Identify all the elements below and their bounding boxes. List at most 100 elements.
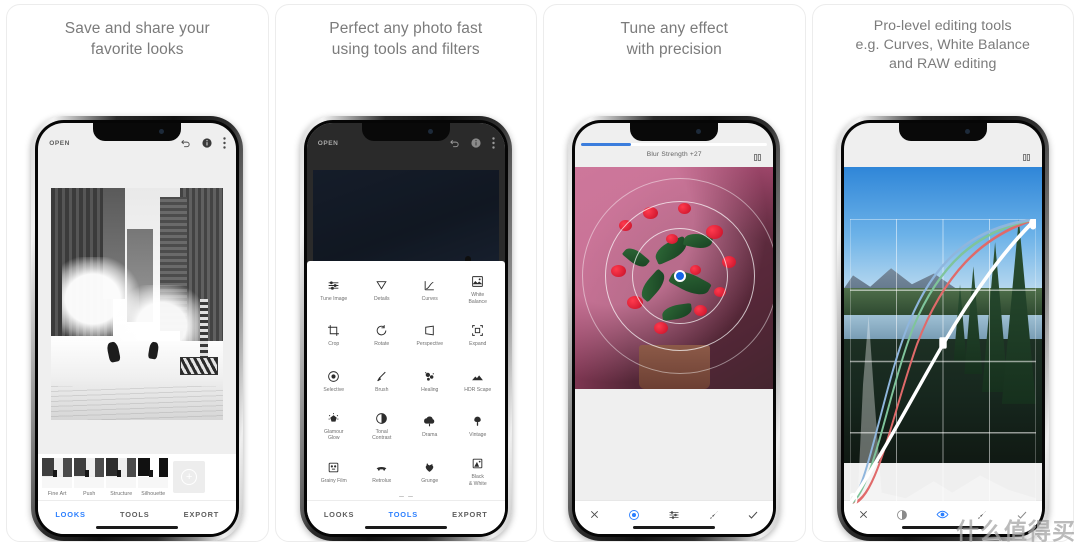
healing-icon	[423, 369, 436, 384]
tool-grainy-film[interactable]: Grainy Film	[310, 449, 358, 495]
tune-image-icon	[327, 278, 340, 293]
eye-icon[interactable]	[936, 508, 949, 521]
tab-looks[interactable]: LOOKS	[55, 510, 86, 519]
check-icon[interactable]	[1016, 509, 1028, 521]
tool-crop[interactable]: Crop	[310, 313, 358, 359]
tool-label: Tonal Contrast	[372, 428, 392, 442]
tool-black-and-white[interactable]: Black & White	[454, 449, 502, 495]
look-item[interactable]: Fine Art	[42, 457, 73, 497]
tool-vintage[interactable]: Vintage	[454, 404, 502, 450]
rotate-icon	[375, 323, 388, 338]
compare-icon[interactable]	[753, 149, 762, 167]
tool-tune-image[interactable]: Tune Image	[310, 267, 358, 313]
tool-label: Grunge	[421, 477, 439, 484]
tool-brush[interactable]: Brush	[358, 358, 406, 404]
glamour-glow-icon	[327, 411, 340, 426]
tool-grunge[interactable]: Grunge	[406, 449, 454, 495]
undo-redo-icon[interactable]	[180, 138, 191, 149]
card-4-heading: Pro-level editing tools e.g. Curves, Whi…	[855, 18, 1030, 73]
tab-export[interactable]: EXPORT	[184, 510, 220, 519]
look-item[interactable]: Silhouette	[138, 457, 169, 497]
tab-tools[interactable]: TOOLS	[120, 510, 150, 519]
tool-label: Black & White	[468, 474, 487, 487]
contrast-circle-icon[interactable]	[896, 509, 908, 521]
tool-perspective[interactable]: Perspective	[406, 313, 454, 359]
focus-point-handle[interactable]	[674, 269, 687, 282]
tool-curves[interactable]: Curves	[406, 267, 454, 313]
card-2-heading: Perfect any photo fast using tools and f…	[329, 20, 483, 58]
home-indicator	[96, 525, 179, 529]
brush-icon[interactable]	[976, 509, 988, 521]
overflow-menu-icon[interactable]	[223, 137, 226, 149]
brush-icon	[375, 369, 388, 384]
undo-redo-icon[interactable]	[449, 138, 460, 149]
tool-label: Drama	[422, 432, 438, 439]
phone-screen-lens-blur: Blur Strength +27	[575, 123, 774, 534]
tab-tools[interactable]: TOOLS	[388, 510, 418, 519]
tool-retrolux[interactable]: Retrolux	[358, 449, 406, 495]
open-button[interactable]: OPEN	[318, 140, 339, 147]
tool-label: Grainy Film	[320, 477, 347, 484]
retrolux-icon	[375, 460, 388, 475]
look-thumbnail	[106, 457, 137, 488]
tool-tonal-contrast[interactable]: Tonal Contrast	[358, 404, 406, 450]
tool-hdr-scape[interactable]: HDR Scape	[454, 358, 502, 404]
info-icon[interactable]	[202, 138, 212, 148]
card-3-heading: Tune any effect with precision	[620, 20, 728, 58]
look-thumbnail	[42, 457, 73, 488]
open-button[interactable]: OPEN	[49, 140, 70, 147]
tool-details[interactable]: Details	[358, 267, 406, 313]
tab-looks[interactable]: LOOKS	[324, 510, 355, 519]
red-flowers-lens-blur	[575, 167, 774, 389]
app-screenshot-gallery: Save and share your favorite looks OPEN	[0, 0, 1080, 548]
tool-label: Perspective	[416, 341, 444, 348]
phone-frame	[836, 116, 1049, 541]
phone-screen-looks: OPEN Fine Art Push Structure Silhouette …	[38, 123, 237, 534]
focus-target-icon[interactable]	[628, 509, 640, 521]
looks-filmstrip[interactable]: Fine Art Push Structure Silhouette +	[38, 454, 237, 500]
tool-label: Tune Image	[320, 295, 348, 302]
phone-notch	[361, 123, 450, 141]
phone-mockup-4	[813, 116, 1074, 541]
look-item[interactable]: Push	[74, 457, 105, 497]
curves-editor[interactable]	[849, 219, 1036, 504]
white-balance-icon	[471, 274, 484, 289]
tonal-contrast-icon	[375, 411, 388, 426]
add-look-button[interactable]: +	[173, 461, 206, 493]
look-item[interactable]: Structure	[106, 457, 137, 497]
tool-label: White Balance	[468, 292, 487, 305]
overflow-menu-icon[interactable]	[492, 137, 495, 149]
look-label: Push	[83, 490, 96, 497]
brush-icon[interactable]	[708, 509, 720, 521]
curve-point-mid	[939, 337, 947, 349]
tool-rotate[interactable]: Rotate	[358, 313, 406, 359]
sliders-icon[interactable]	[668, 509, 680, 521]
drama-icon	[423, 414, 436, 429]
compare-icon[interactable]	[1022, 149, 1031, 167]
photo-canvas[interactable]	[575, 123, 774, 500]
tool-expand[interactable]: Expand	[454, 313, 502, 359]
look-label: Fine Art	[47, 490, 67, 497]
phone-screen-curves	[843, 123, 1042, 534]
phone-mockup-2: OPEN Tune Image Details Curves White Bal…	[276, 116, 537, 541]
tool-healing[interactable]: Healing	[406, 358, 454, 404]
close-icon[interactable]	[858, 509, 869, 520]
tool-glamour-glow[interactable]: Glamour Glow	[310, 404, 358, 450]
info-icon[interactable]	[471, 138, 481, 148]
tool-label: Brush	[375, 386, 389, 393]
curve-point-white	[1028, 219, 1036, 230]
tool-drama[interactable]: Drama	[406, 404, 454, 450]
photo-canvas[interactable]	[38, 153, 236, 454]
tool-selective[interactable]: Selective	[310, 358, 358, 404]
strength-slider[interactable]	[581, 143, 768, 146]
tool-white-balance[interactable]: White Balance	[454, 267, 502, 313]
grainy-film-icon	[327, 460, 340, 475]
perspective-icon	[423, 323, 436, 338]
close-icon[interactable]	[589, 509, 600, 520]
tools-panel: Tune Image Details Curves White Balance …	[306, 261, 505, 534]
phone-notch	[898, 123, 987, 141]
tab-export[interactable]: EXPORT	[452, 510, 488, 519]
check-icon[interactable]	[747, 509, 759, 521]
tool-label: Retrolux	[372, 477, 392, 484]
home-indicator	[633, 525, 716, 529]
